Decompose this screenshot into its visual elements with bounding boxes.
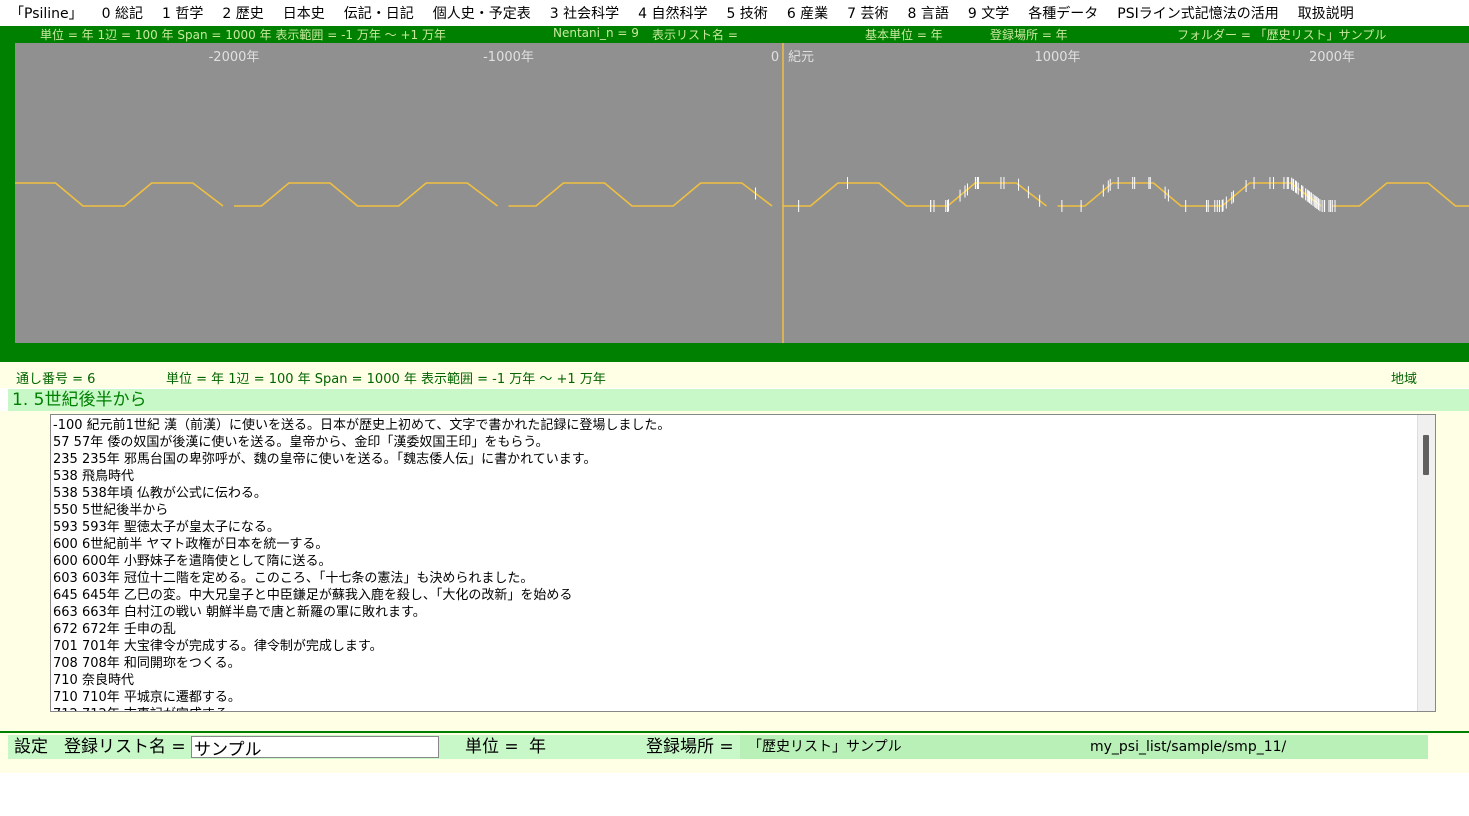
serial-number: 通し番号 = 6 [16, 372, 96, 387]
event-list-item[interactable]: 600 600年 小野妹子を遣隋使として隋に送る。 [53, 553, 1435, 570]
timeline-graph[interactable]: -2000年 -1000年 0 紀元 1000年 2000年 [15, 43, 1469, 343]
list-name-label: 登録リスト名 = [64, 737, 186, 757]
event-list-item[interactable]: 538 538年頃 仏教が公式に伝わる。 [53, 485, 1435, 502]
timeline-background [15, 43, 1469, 343]
unit-value[interactable]: 年 [520, 735, 644, 759]
year-label: 1000年 [1034, 50, 1080, 65]
event-list-item[interactable]: 710 奈良時代 [53, 672, 1435, 689]
event-list-item[interactable]: 57 57年 倭の奴国が後漢に使いを送る。皇帝から、金印「漢委奴国王印」をもらう… [53, 434, 1435, 451]
event-list-item[interactable]: 701 701年 大宝律令が完成する。律令制が完成します。 [53, 638, 1435, 655]
event-list-item[interactable]: 550 5世紀後半から [53, 502, 1435, 519]
event-list-item[interactable]: 538 飛鳥時代 [53, 468, 1435, 485]
timeline-base-unit: 基本単位 = 年 [865, 28, 943, 42]
event-list-item[interactable]: 663 663年 白村江の戦い 朝鮮半島で唐と新羅の軍に敗れます。 [53, 604, 1435, 621]
list-name-input[interactable] [191, 736, 439, 758]
menu-item[interactable]: 日本史 [283, 3, 325, 23]
menu-item[interactable]: 6 産業 [787, 3, 828, 23]
year-label: 2000年 [1309, 50, 1355, 65]
event-list-items: -100 紀元前1世紀 漢（前漢）に使いを送る。日本が歴史上初めて、文字で書かれ… [51, 415, 1435, 711]
menu-item[interactable]: 8 言語 [908, 3, 949, 23]
timeline-location: 登録場所 = 年 [990, 28, 1068, 42]
year-label: 紀元 [788, 50, 814, 65]
event-list-item[interactable]: 645 645年 乙巳の変。中大兄皇子と中臣鎌足が蘇我入鹿を殺し、「大化の改新」… [53, 587, 1435, 604]
year-label: -2000年 [209, 50, 260, 65]
menu-item[interactable]: 7 芸術 [847, 3, 888, 23]
menu-item[interactable]: 9 文学 [968, 3, 1009, 23]
menu-item[interactable]: 取扱説明 [1298, 3, 1354, 23]
menu-item[interactable]: 5 技術 [726, 3, 767, 23]
menu-item[interactable]: 2 歴史 [222, 3, 263, 23]
menu-item[interactable]: 「Psiline」 [10, 3, 83, 23]
location-name: 「歴史リスト」サンプル [748, 739, 902, 755]
unit-info: 単位 = 年 1辺 = 100 年 Span = 1000 年 表示範囲 = -… [166, 372, 606, 387]
settings-label[interactable]: 設定 [14, 735, 48, 759]
timeline-unit-info: 単位 = 年 1辺 = 100 年 Span = 1000 年 表示範囲 = -… [40, 28, 446, 42]
event-list-item[interactable]: 600 6世紀前半 ヤマト政権が日本を統一する。 [53, 536, 1435, 553]
menu-item[interactable]: PSIライン式記憶法の活用 [1117, 3, 1278, 23]
year-label: -1000年 [483, 50, 534, 65]
event-list-item[interactable]: 603 603年 冠位十二階を定める。このころ、「十七条の憲法」も決められました… [53, 570, 1435, 587]
event-list-item[interactable]: 235 235年 邪馬台国の卑弥呼が、魏の皇帝に使いを送る。「魏志倭人伝」に書か… [53, 451, 1435, 468]
menu-item[interactable]: 4 自然科学 [638, 3, 707, 23]
selected-item-title: 1. 5世紀後半から [8, 389, 1469, 411]
location-value[interactable]: 「歴史リスト」サンプル my_psi_list/sample/smp_11/ [740, 735, 1428, 759]
settings-row: 設定 登録リスト名 = 単位 = 年 登録場所 = 「歴史リスト」サンプル my… [8, 735, 1428, 759]
location-path: my_psi_list/sample/smp_11/ [1090, 739, 1287, 755]
event-list[interactable]: -100 紀元前1世紀 漢（前漢）に使いを送る。日本が歴史上初めて、文字で書かれ… [50, 414, 1436, 712]
menu-item[interactable]: 3 社会科学 [550, 3, 619, 23]
menu-item[interactable]: 0 総記 [102, 3, 143, 23]
timeline-list-name: 表示リスト名 = [652, 28, 738, 42]
region-label: 地域 [1391, 372, 1418, 387]
event-list-item[interactable]: 708 708年 和同開珎をつくる。 [53, 655, 1435, 672]
event-list-item[interactable]: 672 672年 壬申の乱 [53, 621, 1435, 638]
info-line: 通し番号 = 6 単位 = 年 1辺 = 100 年 Span = 1000 年… [0, 362, 1469, 388]
event-list-scrollbar[interactable] [1417, 415, 1435, 711]
unit-label: 単位 = [465, 737, 519, 757]
timeline-nentani: Nentani_n = 9 [553, 26, 639, 40]
menu-bar: 「Psiline」 0 総記 1 哲学 2 歴史 日本史 伝記・日記 個人史・予定表 3 社会… [0, 0, 1469, 26]
scrollbar-thumb[interactable] [1423, 435, 1429, 475]
event-list-item[interactable]: 593 593年 聖徳太子が皇太子になる。 [53, 519, 1435, 536]
location-label: 登録場所 = [646, 737, 734, 757]
menu-item[interactable]: 個人史・予定表 [433, 3, 531, 23]
menu-item[interactable]: 各種データ [1028, 3, 1098, 23]
event-list-item[interactable]: -100 紀元前1世紀 漢（前漢）に使いを送る。日本が歴史上初めて、文字で書かれ… [53, 417, 1435, 434]
menu-item[interactable]: 1 哲学 [162, 3, 203, 23]
timeline-info-bar: 単位 = 年 1辺 = 100 年 Span = 1000 年 表示範囲 = -… [0, 26, 1469, 42]
event-list-item[interactable]: 712 712年 古事記が完成する。 [53, 706, 1435, 711]
event-list-item[interactable]: 710 710年 平城京に遷都する。 [53, 689, 1435, 706]
menu-item[interactable]: 伝記・日記 [344, 3, 414, 23]
year-label: 0 [771, 50, 779, 65]
timeline-folder: フォルダー = 「歴史リスト」サンプル [1177, 28, 1387, 42]
